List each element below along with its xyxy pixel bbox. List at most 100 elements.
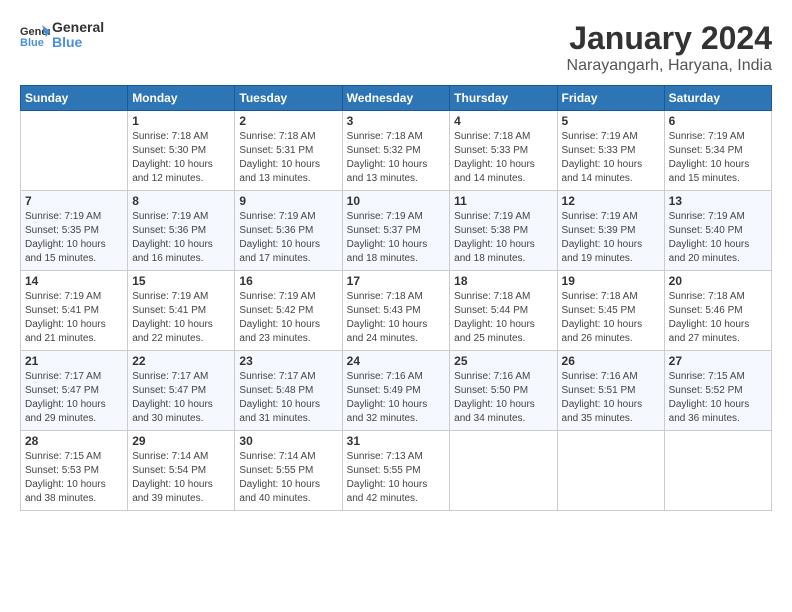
day-info: Sunrise: 7:19 AMSunset: 5:36 PMDaylight:… xyxy=(239,210,337,266)
day-info: Sunrise: 7:19 AMSunset: 5:42 PMDaylight:… xyxy=(239,290,337,346)
logo-icon: General Blue xyxy=(20,23,50,47)
day-info: Sunrise: 7:19 AMSunset: 5:40 PMDaylight:… xyxy=(669,210,767,266)
calendar-cell: 30Sunrise: 7:14 AMSunset: 5:55 PMDayligh… xyxy=(235,431,342,511)
day-number: 30 xyxy=(239,434,337,448)
day-info: Sunrise: 7:16 AMSunset: 5:51 PMDaylight:… xyxy=(562,370,660,426)
calendar-cell: 24 Sunrise: 7:16 AMSunset: 5:49 PMDayligh… xyxy=(342,351,450,431)
day-info: Sunrise: 7:19 AMSunset: 5:36 PMDaylight:… xyxy=(132,210,230,266)
calendar-cell xyxy=(450,431,557,511)
day-info: Sunrise: 7:17 AMSunset: 5:48 PMDaylight:… xyxy=(239,370,337,426)
calendar-cell: 10Sunrise: 7:19 AMSunset: 5:37 PMDayligh… xyxy=(342,191,450,271)
day-info: Sunrise: 7:16 AMSunset: 5:49 PMDaylight:… xyxy=(347,370,446,426)
calendar-cell xyxy=(557,431,664,511)
day-info: Sunrise: 7:14 AMSunset: 5:54 PMDaylight:… xyxy=(132,450,230,506)
day-number: 22 xyxy=(132,354,230,368)
calendar-cell: 17 Sunrise: 7:18 AMSunset: 5:43 PMDayligh… xyxy=(342,271,450,351)
calendar-cell: 22 Sunrise: 7:17 AMSunset: 5:47 PMDayligh… xyxy=(128,351,235,431)
day-info: Sunrise: 7:17 AMSunset: 5:47 PMDaylight:… xyxy=(132,370,230,426)
calendar-cell xyxy=(664,431,771,511)
calendar-cell: 29 Sunrise: 7:14 AMSunset: 5:54 PMDayligh… xyxy=(128,431,235,511)
day-info: Sunrise: 7:17 AMSunset: 5:47 PMDaylight:… xyxy=(25,370,123,426)
day-info: Sunrise: 7:19 AMSunset: 5:33 PMDaylight:… xyxy=(562,130,660,186)
main-container: General Blue General Blue January 2024 N… xyxy=(0,0,792,521)
day-number: 20 xyxy=(669,274,767,288)
day-info: Sunrise: 7:15 AMSunset: 5:53 PMDaylight:… xyxy=(25,450,123,506)
calendar-week-row: 14Sunrise: 7:19 AMSunset: 5:41 PMDayligh… xyxy=(21,271,772,351)
calendar-cell: 5 Sunrise: 7:19 AMSunset: 5:33 PMDaylight… xyxy=(557,111,664,191)
day-info: Sunrise: 7:16 AMSunset: 5:50 PMDaylight:… xyxy=(454,370,552,426)
logo-general: General xyxy=(52,20,104,35)
calendar-cell: 26 Sunrise: 7:16 AMSunset: 5:51 PMDayligh… xyxy=(557,351,664,431)
day-number: 26 xyxy=(562,354,660,368)
calendar-cell: 8Sunrise: 7:19 AMSunset: 5:36 PMDaylight… xyxy=(128,191,235,271)
day-number: 15 xyxy=(132,274,230,288)
day-number: 5 xyxy=(562,114,660,128)
day-number: 13 xyxy=(669,194,767,208)
calendar-cell: 16 Sunrise: 7:19 AMSunset: 5:42 PMDayligh… xyxy=(235,271,342,351)
day-number: 25 xyxy=(454,354,552,368)
calendar-cell: 19Sunrise: 7:18 AMSunset: 5:45 PMDayligh… xyxy=(557,271,664,351)
calendar-cell: 21 Sunrise: 7:17 AMSunset: 5:47 PMDayligh… xyxy=(21,351,128,431)
day-number: 28 xyxy=(25,434,123,448)
weekday-header: Friday xyxy=(557,86,664,111)
calendar-table: SundayMondayTuesdayWednesdayThursdayFrid… xyxy=(20,85,772,511)
day-info: Sunrise: 7:18 AMSunset: 5:30 PMDaylight:… xyxy=(132,130,230,186)
day-info: Sunrise: 7:19 AMSunset: 5:37 PMDaylight:… xyxy=(347,210,446,266)
day-number: 11 xyxy=(454,194,552,208)
calendar-cell: 2Sunrise: 7:18 AMSunset: 5:31 PMDaylight… xyxy=(235,111,342,191)
day-info: Sunrise: 7:19 AMSunset: 5:41 PMDaylight:… xyxy=(132,290,230,346)
calendar-cell: 27Sunrise: 7:15 AMSunset: 5:52 PMDayligh… xyxy=(664,351,771,431)
calendar-week-row: 21 Sunrise: 7:17 AMSunset: 5:47 PMDayligh… xyxy=(21,351,772,431)
calendar-header: General Blue General Blue January 2024 N… xyxy=(20,20,772,75)
calendar-cell: 11 Sunrise: 7:19 AMSunset: 5:38 PMDayligh… xyxy=(450,191,557,271)
calendar-cell: 23 Sunrise: 7:17 AMSunset: 5:48 PMDayligh… xyxy=(235,351,342,431)
calendar-cell: 25 Sunrise: 7:16 AMSunset: 5:50 PMDayligh… xyxy=(450,351,557,431)
location-title: Narayangarh, Haryana, India xyxy=(567,57,772,75)
calendar-cell: 4 Sunrise: 7:18 AMSunset: 5:33 PMDaylight… xyxy=(450,111,557,191)
logo: General Blue General Blue xyxy=(20,20,104,51)
weekday-header: Sunday xyxy=(21,86,128,111)
day-info: Sunrise: 7:13 AMSunset: 5:55 PMDaylight:… xyxy=(347,450,446,506)
calendar-cell: 18Sunrise: 7:18 AMSunset: 5:44 PMDayligh… xyxy=(450,271,557,351)
day-info: Sunrise: 7:19 AMSunset: 5:39 PMDaylight:… xyxy=(562,210,660,266)
calendar-cell: 31 Sunrise: 7:13 AMSunset: 5:55 PMDayligh… xyxy=(342,431,450,511)
day-number: 23 xyxy=(239,354,337,368)
day-info: Sunrise: 7:19 AMSunset: 5:41 PMDaylight:… xyxy=(25,290,123,346)
day-number: 21 xyxy=(25,354,123,368)
day-info: Sunrise: 7:18 AMSunset: 5:46 PMDaylight:… xyxy=(669,290,767,346)
day-number: 19 xyxy=(562,274,660,288)
calendar-cell xyxy=(21,111,128,191)
calendar-cell: 6Sunrise: 7:19 AMSunset: 5:34 PMDaylight… xyxy=(664,111,771,191)
weekday-header: Saturday xyxy=(664,86,771,111)
logo-blue: Blue xyxy=(52,35,104,50)
calendar-cell: 1Sunrise: 7:18 AMSunset: 5:30 PMDaylight… xyxy=(128,111,235,191)
day-number: 12 xyxy=(562,194,660,208)
day-info: Sunrise: 7:19 AMSunset: 5:34 PMDaylight:… xyxy=(669,130,767,186)
day-info: Sunrise: 7:18 AMSunset: 5:33 PMDaylight:… xyxy=(454,130,552,186)
day-number: 31 xyxy=(347,434,446,448)
calendar-cell: 14Sunrise: 7:19 AMSunset: 5:41 PMDayligh… xyxy=(21,271,128,351)
calendar-cell: 13 Sunrise: 7:19 AMSunset: 5:40 PMDayligh… xyxy=(664,191,771,271)
weekday-header: Monday xyxy=(128,86,235,111)
header-row: SundayMondayTuesdayWednesdayThursdayFrid… xyxy=(21,86,772,111)
day-info: Sunrise: 7:19 AMSunset: 5:38 PMDaylight:… xyxy=(454,210,552,266)
day-info: Sunrise: 7:18 AMSunset: 5:31 PMDaylight:… xyxy=(239,130,337,186)
day-number: 16 xyxy=(239,274,337,288)
calendar-week-row: 28 Sunrise: 7:15 AMSunset: 5:53 PMDayligh… xyxy=(21,431,772,511)
calendar-cell: 12 Sunrise: 7:19 AMSunset: 5:39 PMDayligh… xyxy=(557,191,664,271)
day-number: 29 xyxy=(132,434,230,448)
month-title: January 2024 xyxy=(567,20,772,57)
day-number: 3 xyxy=(347,114,446,128)
day-number: 4 xyxy=(454,114,552,128)
day-info: Sunrise: 7:18 AMSunset: 5:43 PMDaylight:… xyxy=(347,290,446,346)
day-number: 17 xyxy=(347,274,446,288)
calendar-cell: 9Sunrise: 7:19 AMSunset: 5:36 PMDaylight… xyxy=(235,191,342,271)
calendar-cell: 20 Sunrise: 7:18 AMSunset: 5:46 PMDayligh… xyxy=(664,271,771,351)
calendar-week-row: 7Sunrise: 7:19 AMSunset: 5:35 PMDaylight… xyxy=(21,191,772,271)
calendar-cell: 7Sunrise: 7:19 AMSunset: 5:35 PMDaylight… xyxy=(21,191,128,271)
calendar-cell: 15 Sunrise: 7:19 AMSunset: 5:41 PMDayligh… xyxy=(128,271,235,351)
day-number: 24 xyxy=(347,354,446,368)
day-info: Sunrise: 7:18 AMSunset: 5:32 PMDaylight:… xyxy=(347,130,446,186)
day-info: Sunrise: 7:15 AMSunset: 5:52 PMDaylight:… xyxy=(669,370,767,426)
day-info: Sunrise: 7:18 AMSunset: 5:44 PMDaylight:… xyxy=(454,290,552,346)
